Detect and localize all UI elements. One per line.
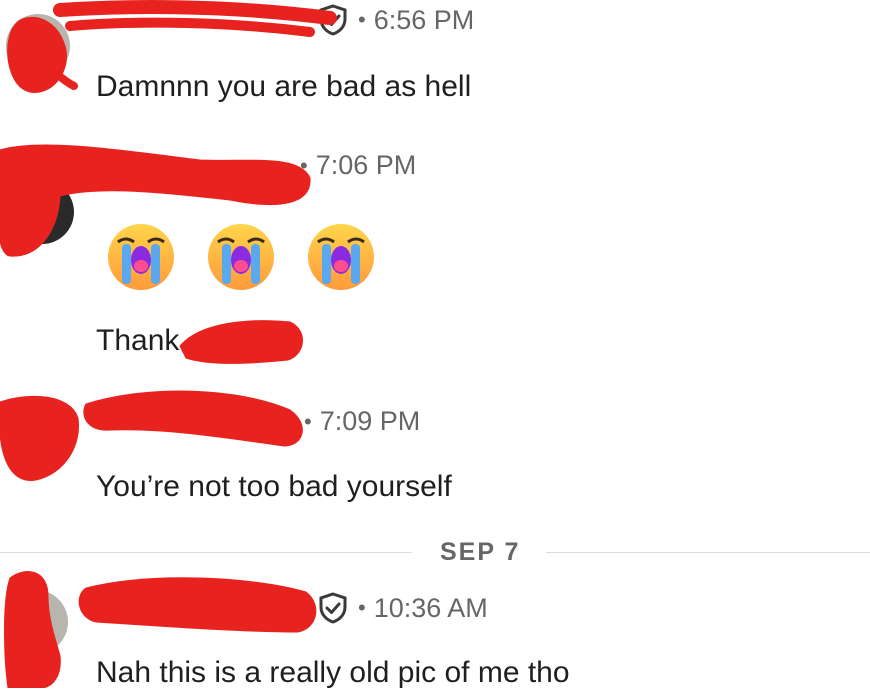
message-time: 10:36 AM (373, 592, 488, 623)
message-4: • 10:36 AM Nah this is a really old pic … (0, 570, 870, 689)
message-meta: • 10:36 AM (318, 592, 488, 624)
verified-shield-icon (319, 4, 347, 36)
message-time: 6:56 PM (373, 4, 475, 35)
loudly-crying-face-emoji (108, 224, 174, 290)
sender-avatar[interactable] (6, 14, 70, 78)
message-text: Nah this is a really old pic of me tho (96, 656, 570, 689)
message-text: You’re not too bad yourself (96, 470, 452, 503)
emoji-reactions (106, 222, 376, 292)
message-meta: • 6:56 PM (318, 4, 474, 36)
meta-separator-dot: • (300, 152, 308, 178)
sender-avatar[interactable] (10, 180, 74, 244)
meta-separator-dot: • (304, 408, 312, 434)
message-text: Damnnn you are bad as hell (96, 70, 472, 103)
loudly-crying-face-emoji (208, 224, 274, 290)
date-divider-line-left (0, 552, 412, 553)
verified-shield-icon (319, 592, 347, 624)
date-divider-line-right (546, 552, 870, 553)
sender-avatar[interactable] (4, 410, 68, 474)
loudly-crying-face-emoji (308, 224, 374, 290)
meta-separator: • (358, 7, 366, 32)
message-meta: • 7:09 PM (304, 406, 420, 437)
message-meta: 7:06 PM • 7:06 PM (300, 150, 416, 181)
sender-avatar[interactable] (4, 590, 68, 654)
message-3: • 7:09 PM You’re not too bad yourself (0, 390, 870, 520)
message-time: 7:09 PM (319, 406, 421, 436)
message-text: Thank (96, 324, 180, 357)
message-time: 7:06 PM (315, 150, 417, 180)
meta-separator: • (358, 595, 366, 620)
date-divider-label: SEP 7 (440, 538, 521, 566)
message-1: • 6:56 PM Damnnn you are bad as hell (0, 0, 870, 120)
